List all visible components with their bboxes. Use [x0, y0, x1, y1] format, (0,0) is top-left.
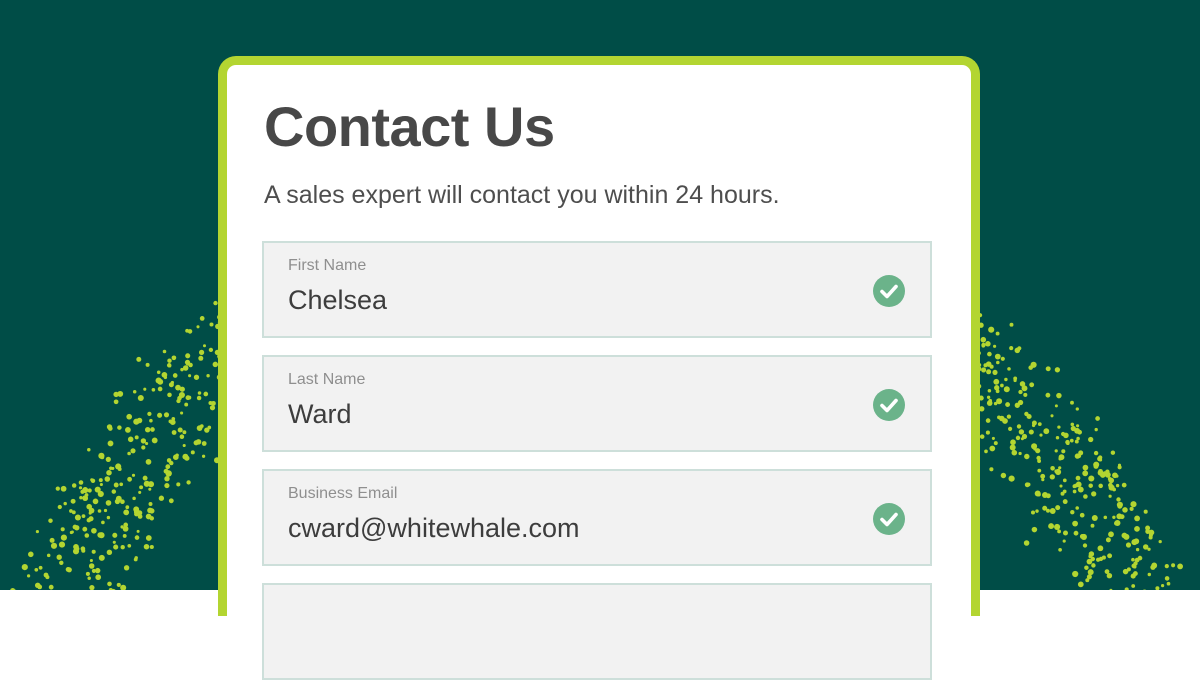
business-email-value[interactable]: cward@whitewhale.com: [288, 513, 580, 544]
business-email-field[interactable]: Business Email cward@whitewhale.com: [262, 469, 932, 566]
contact-form-card: Contact Us A sales expert will contact y…: [218, 56, 980, 616]
check-circle-icon: [873, 275, 905, 307]
first-name-field[interactable]: First Name Chelsea: [262, 241, 932, 338]
page-title: Contact Us: [264, 99, 555, 155]
form-subtitle: A sales expert will contact you within 2…: [264, 180, 780, 210]
last-name-value[interactable]: Ward: [288, 399, 352, 430]
first-name-label: First Name: [288, 257, 366, 275]
check-circle-icon: [873, 503, 905, 535]
last-name-label: Last Name: [288, 371, 365, 389]
next-field[interactable]: [262, 583, 932, 680]
first-name-value[interactable]: Chelsea: [288, 285, 387, 316]
check-circle-icon: [873, 389, 905, 421]
last-name-field[interactable]: Last Name Ward: [262, 355, 932, 452]
business-email-label: Business Email: [288, 485, 397, 503]
